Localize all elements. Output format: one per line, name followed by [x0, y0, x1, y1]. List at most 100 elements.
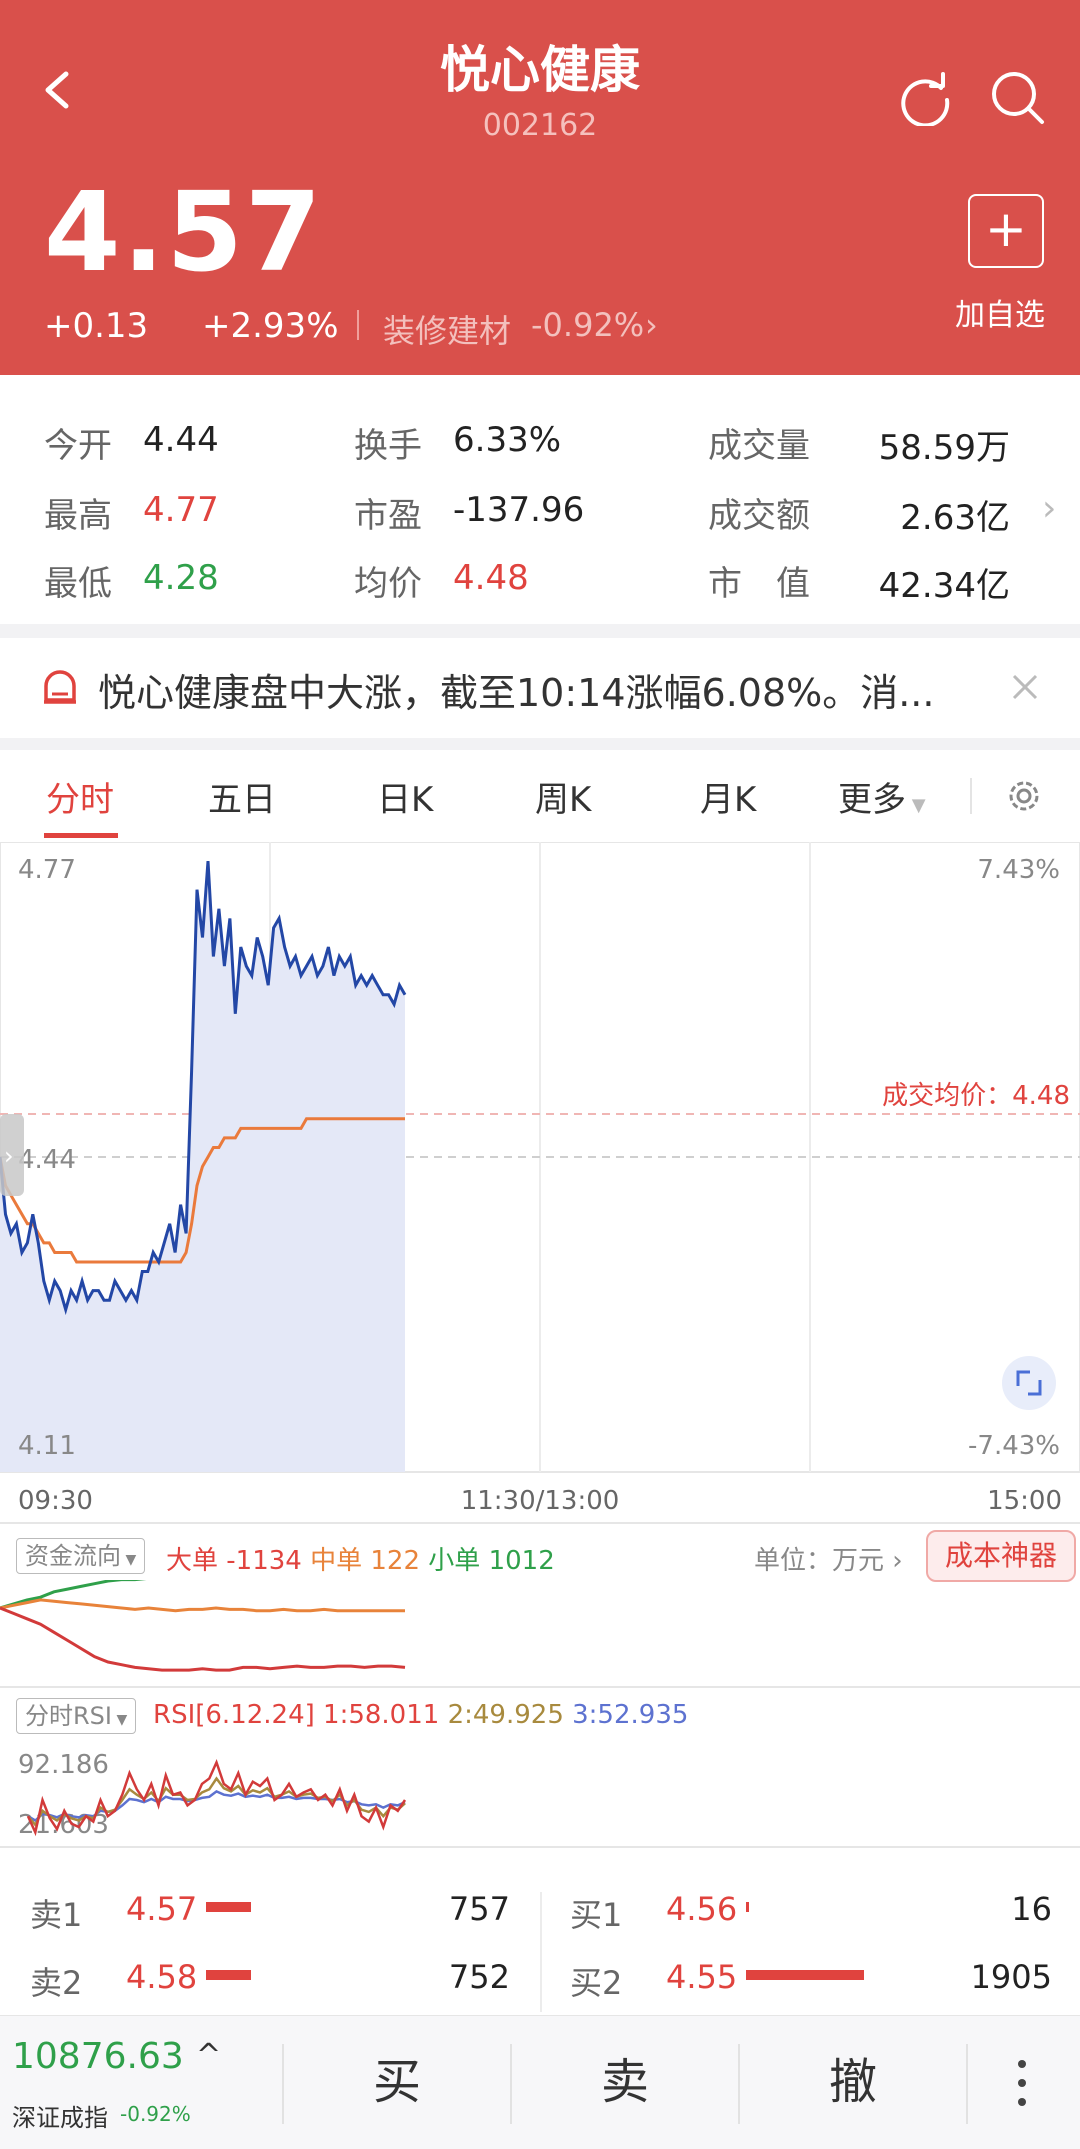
- chevron-right-icon[interactable]: ›: [1042, 488, 1056, 529]
- sell-1-price: 4.57: [126, 1890, 198, 1928]
- tab-monthly-k[interactable]: 月K: [700, 772, 756, 821]
- index-change: -0.92%: [120, 2102, 191, 2126]
- caret-down-icon: ▼: [121, 1552, 137, 1568]
- divider: [966, 2044, 968, 2124]
- open-value: 4.44: [143, 420, 219, 460]
- sell-2-volume-bar: [206, 1970, 251, 1980]
- time-mid: 11:30/13:00: [461, 1486, 620, 1516]
- intraday-chart[interactable]: 4.77 4.44 4.11 7.43% -7.43% 成交均价：4.48 › …: [0, 842, 1080, 1532]
- chevron-right-icon: ›: [884, 1546, 903, 1576]
- section-gap: [0, 738, 1080, 750]
- tab-weekly-k[interactable]: 周K: [535, 772, 591, 821]
- money-flow-legend: 大单 -1134 中单 122 小单 1012: [166, 1540, 555, 1577]
- caret-down-icon: ▼: [112, 1712, 128, 1728]
- rsi-3-value: 3:52.935: [572, 1700, 689, 1730]
- active-tab-indicator: [44, 833, 118, 838]
- tab-more[interactable]: 更多 ▼: [838, 772, 926, 821]
- bottom-trade-bar: 10876.63 ^ 深证成指 -0.92% 买 卖 撤: [0, 2015, 1080, 2149]
- pe-label: 市盈: [354, 496, 422, 536]
- high-label: 最高: [44, 496, 112, 536]
- news-text: 悦心健康盘中大涨，截至10:14涨幅6.08%。消...: [98, 671, 935, 715]
- unit-link[interactable]: 单位：万元 ›: [754, 1540, 903, 1577]
- avg-price-label: 成交均价：4.48: [882, 1081, 1070, 1111]
- pe-value: -137.96: [453, 490, 585, 530]
- buy-1-volume-bar: [746, 1902, 749, 1912]
- sell-1-volume-bar: [206, 1902, 251, 1912]
- tab-intraday[interactable]: 分时: [46, 772, 114, 821]
- add-watchlist-label[interactable]: 加自选: [955, 290, 1045, 334]
- close-icon[interactable]: [1010, 672, 1040, 702]
- money-flow-selector-label: 资金流向: [25, 1542, 121, 1570]
- index-value[interactable]: 10876.63: [12, 2036, 184, 2077]
- small-order-value: 1012: [488, 1546, 555, 1576]
- low-label: 最低: [44, 564, 112, 604]
- chevron-right-icon: ›: [645, 306, 658, 344]
- sell-2-price: 4.58: [126, 1958, 198, 1996]
- open-label: 今开: [44, 426, 112, 466]
- big-order-value: -1134: [226, 1546, 302, 1576]
- small-order-series: [0, 1580, 147, 1610]
- high-value: 4.77: [143, 490, 219, 530]
- low-value: 4.28: [143, 558, 219, 598]
- tab-more-label: 更多: [838, 780, 906, 820]
- big-order-series: [0, 1606, 406, 1672]
- divider: [540, 1892, 542, 2012]
- mcap-label: 市 值: [708, 564, 810, 604]
- unit-label: 单位：万元: [754, 1546, 885, 1576]
- price-change: +0.13: [44, 306, 149, 346]
- buy-2-volume-bar: [746, 1970, 864, 1980]
- rsi-selector[interactable]: 分时RSI ▼: [16, 1698, 137, 1734]
- buy-1-volume: 16: [1011, 1890, 1052, 1928]
- news-banner[interactable]: 悦心健康盘中大涨，截至10:14涨幅6.08%。消...: [0, 638, 1080, 738]
- tab-five-day[interactable]: 五日: [208, 772, 276, 821]
- pct-axis-top: 7.43%: [977, 855, 1060, 885]
- volume-value: 58.59万: [878, 428, 1010, 468]
- price-change-pct: +2.93%: [202, 306, 339, 346]
- mid-order-series: [0, 1598, 405, 1613]
- big-order-label: 大单: [166, 1546, 219, 1576]
- volume-label: 成交量: [708, 426, 810, 466]
- pct-axis-bottom: -7.43%: [968, 1431, 1060, 1461]
- rsi-selector-label: 分时RSI: [25, 1702, 112, 1730]
- fullscreen-button[interactable]: [1002, 1356, 1056, 1410]
- divider: [970, 778, 972, 814]
- sell-1-label: 卖1: [30, 1896, 83, 1934]
- rsi-params: RSI[6.12.24]: [153, 1700, 315, 1730]
- turnover-value: 6.33%: [453, 420, 562, 460]
- amount-value: 2.63亿: [900, 498, 1010, 538]
- more-vertical-icon[interactable]: [1010, 2058, 1034, 2108]
- rsi-chart: [26, 1758, 407, 1837]
- caret-down-icon: ▼: [906, 795, 926, 816]
- sell-2-volume: 752: [448, 1958, 510, 1996]
- mid-order-label: 中单: [310, 1546, 363, 1576]
- refresh-icon[interactable]: [897, 70, 953, 126]
- sell-1-volume: 757: [448, 1890, 510, 1928]
- time-start: 09:30: [18, 1486, 93, 1516]
- cancel-order-button[interactable]: 撤: [740, 2016, 966, 2149]
- rsi-legend: RSI[6.12.24] 1:58.011 2:49.925 3:52.935: [153, 1700, 688, 1730]
- sell-button[interactable]: 卖: [512, 2016, 738, 2149]
- cost-tool-button[interactable]: 成本神器: [926, 1530, 1076, 1582]
- chevron-up-icon[interactable]: ^: [196, 2038, 221, 2073]
- buy-button[interactable]: 买: [284, 2016, 510, 2149]
- rsi-panel: 分时RSI ▼ RSI[6.12.24] 1:58.011 2:49.925 3…: [0, 1684, 1080, 1848]
- amount-label: 成交额: [708, 496, 810, 536]
- money-flow-selector[interactable]: 资金流向 ▼: [16, 1538, 146, 1574]
- buy-2-label: 买2: [570, 1964, 623, 2002]
- alarm-bell-icon: [44, 670, 76, 704]
- y-axis-mid: 4.44: [18, 1145, 76, 1175]
- time-end: 15:00: [987, 1486, 1062, 1516]
- money-flow-panel: 资金流向 ▼ 大单 -1134 中单 122 小单 1012 单位：万元 › 成…: [0, 1522, 1080, 1688]
- buy-1-label: 买1: [570, 1896, 623, 1934]
- stock-header: 悦心健康 002162 4.57 +0.13 +2.93% 装修建材 -0.92…: [0, 0, 1080, 375]
- turnover-label: 换手: [354, 426, 422, 466]
- index-name: 深证成指: [12, 2104, 108, 2132]
- avg-label: 均价: [354, 564, 422, 604]
- tab-daily-k[interactable]: 日K: [377, 772, 433, 821]
- settings-gear-icon[interactable]: [1004, 776, 1044, 816]
- buy-1-price: 4.56: [666, 1890, 738, 1928]
- search-icon[interactable]: [990, 70, 1046, 126]
- small-order-label: 小单: [428, 1546, 481, 1576]
- rsi-1-series: [26, 1758, 407, 1837]
- add-watchlist-button[interactable]: +: [968, 194, 1044, 268]
